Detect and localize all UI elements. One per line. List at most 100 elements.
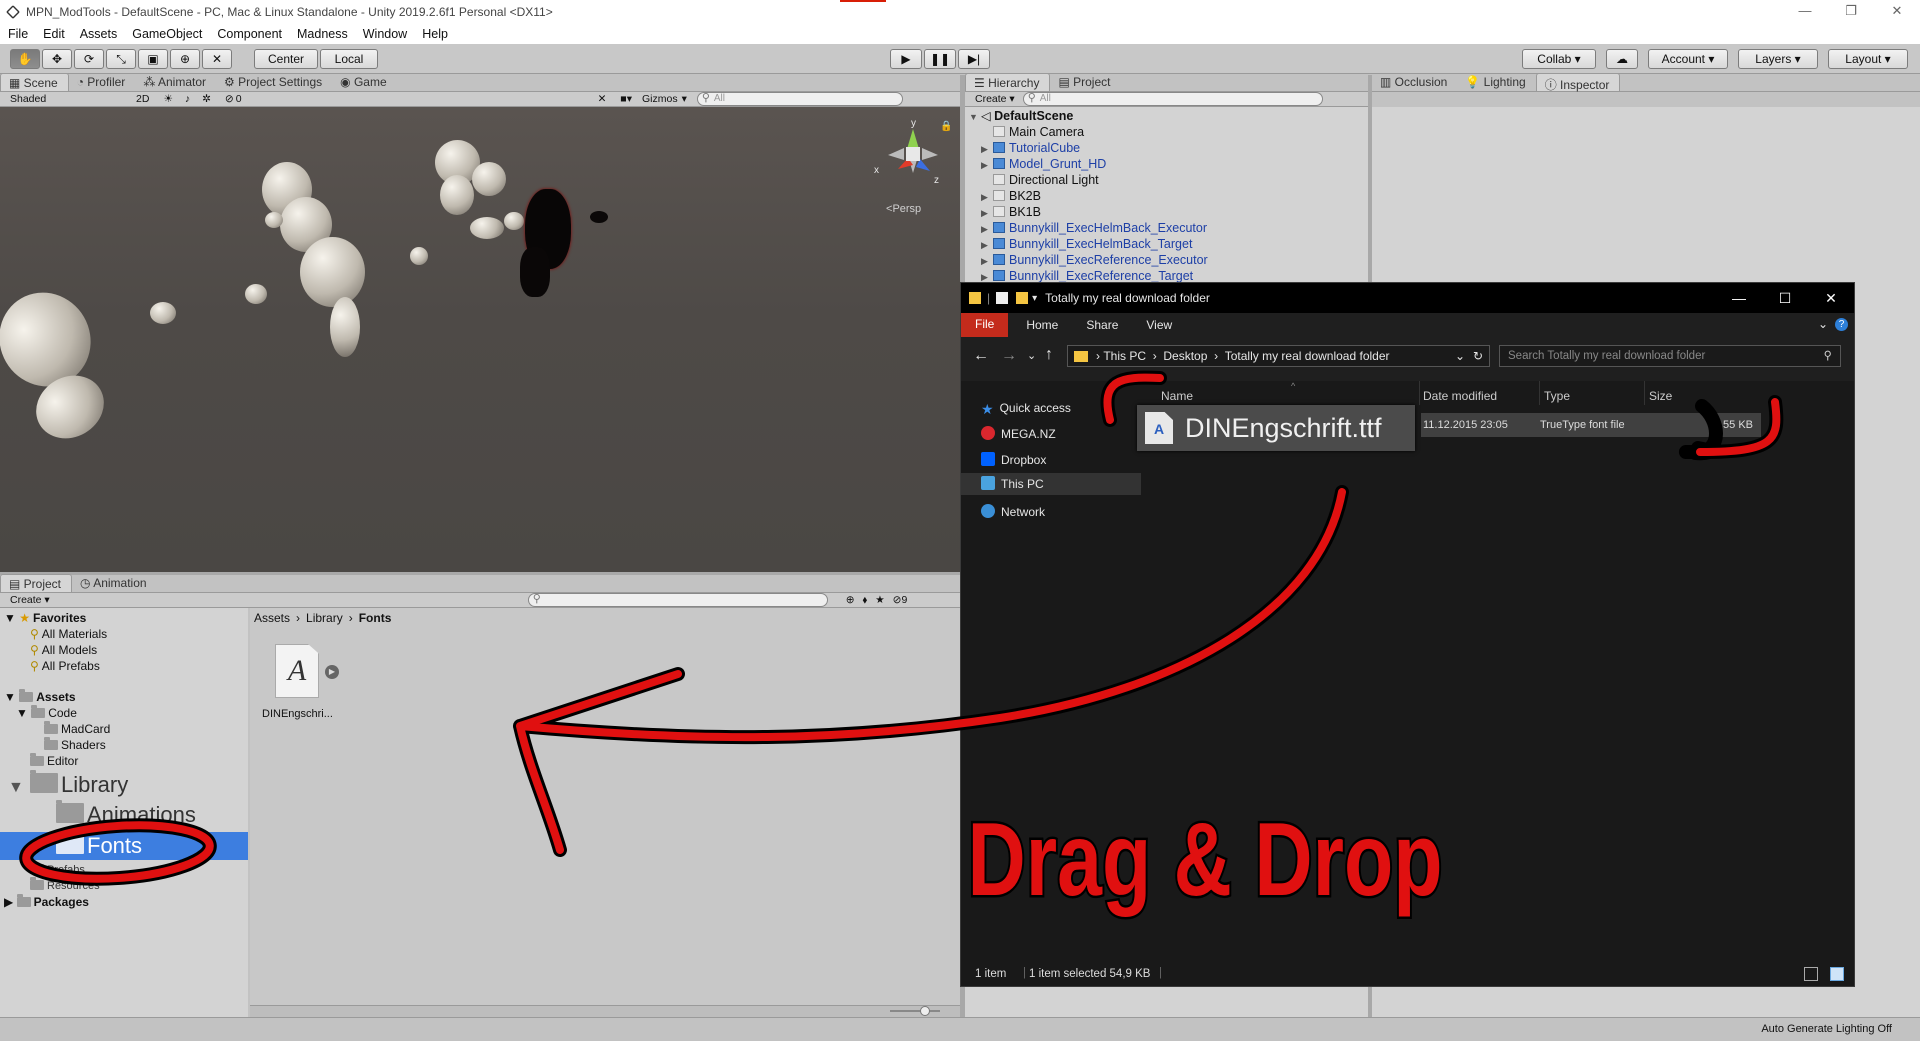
dark-object[interactable] xyxy=(590,211,608,223)
rect-tool-button[interactable]: ▣ xyxy=(138,49,168,69)
breadcrumb-fonts[interactable]: Fonts xyxy=(359,611,392,625)
scene-view[interactable]: y x z <Persp 🔒 xyxy=(0,107,960,572)
path-this-pc[interactable]: This PC xyxy=(1103,349,1146,363)
explorer-close-button[interactable]: ✕ xyxy=(1808,283,1854,313)
character-model[interactable] xyxy=(410,247,428,265)
ribbon-home-tab[interactable]: Home xyxy=(1026,318,1058,332)
hierarchy-search-input[interactable]: All xyxy=(1022,91,1323,106)
menu-file[interactable]: File xyxy=(0,27,35,41)
layers-dropdown[interactable]: Layers ▾ xyxy=(1738,49,1818,69)
character-model[interactable] xyxy=(504,212,524,230)
hierarchy-item[interactable]: ▶ BK1B xyxy=(981,204,1041,220)
custom-tool-button[interactable]: ✕ xyxy=(202,49,232,69)
mode-2d-toggle[interactable]: 2D xyxy=(136,93,149,105)
tree-resources[interactable]: Resources xyxy=(30,877,100,894)
address-bar[interactable]: › This PC › Desktop › Totally my real do… xyxy=(1067,345,1490,367)
nav-this-pc[interactable]: This PC xyxy=(961,473,1141,495)
breadcrumb-library[interactable]: Library xyxy=(306,611,343,625)
character-model[interactable] xyxy=(150,302,176,324)
expand-arrow-icon[interactable]: ▼ xyxy=(969,109,981,125)
character-model[interactable] xyxy=(440,175,474,215)
menu-edit[interactable]: Edit xyxy=(35,27,72,41)
lock-icon[interactable]: 🔒 xyxy=(940,121,952,132)
expand-arrow-icon[interactable]: ▶ xyxy=(981,221,993,237)
column-size[interactable]: Size xyxy=(1649,389,1672,403)
tab-animator[interactable]: ⁂ Animator xyxy=(135,73,216,91)
menu-component[interactable]: Component xyxy=(209,27,289,41)
character-model[interactable] xyxy=(470,217,504,239)
column-type[interactable]: Type xyxy=(1544,389,1570,403)
effects-icon[interactable]: ✲ xyxy=(202,93,211,105)
account-dropdown[interactable]: Account ▾ xyxy=(1648,49,1728,69)
tree-editor[interactable]: Editor xyxy=(30,753,78,769)
tree-fonts-selected[interactable]: Fonts xyxy=(0,831,248,860)
menu-assets[interactable]: Assets xyxy=(72,27,125,41)
tree-library[interactable]: ▼ Library xyxy=(8,770,128,799)
tree-packages[interactable]: ▶ Packages xyxy=(4,894,89,910)
tab-hierarchy[interactable]: ☰ Hierarchy xyxy=(965,73,1051,91)
column-name[interactable]: Name xyxy=(1161,389,1193,403)
file-row-selected[interactable]: 11.12.2015 23:05 TrueType font file 55 K… xyxy=(1421,413,1761,437)
expand-arrow-icon[interactable]: ▶ xyxy=(981,189,993,205)
scale-tool-button[interactable]: ⤡ xyxy=(106,49,136,69)
collab-button[interactable]: Collab ▾ xyxy=(1522,49,1596,69)
hidden-packages-icon[interactable]: ⊘ xyxy=(893,594,902,606)
ribbon-share-tab[interactable]: Share xyxy=(1086,318,1118,332)
pivot-local-button[interactable]: Local xyxy=(320,49,378,69)
hierarchy-item[interactable]: ▶ Bunnykill_ExecReference_Executor xyxy=(981,252,1208,268)
path-current-folder[interactable]: Totally my real download folder xyxy=(1225,349,1390,363)
expand-arrow-icon[interactable]: ▶ xyxy=(981,141,993,157)
character-model[interactable] xyxy=(265,212,283,228)
explorer-minimize-button[interactable]: — xyxy=(1716,283,1762,313)
tab-project-settings[interactable]: ⚙ Project Settings xyxy=(216,73,332,91)
play-button[interactable]: ▶ xyxy=(890,49,922,69)
tab-game[interactable]: ◉ Game xyxy=(332,73,397,91)
hierarchy-item[interactable]: ▶ BK2B xyxy=(981,188,1041,204)
hierarchy-item[interactable]: ▶ Bunnykill_ExecHelmBack_Target xyxy=(981,236,1192,252)
details-view-icon[interactable] xyxy=(1804,967,1818,981)
tree-all-materials[interactable]: ⚲ All Materials xyxy=(30,626,107,642)
rotate-tool-button[interactable]: ⟳ xyxy=(74,49,104,69)
new-folder-icon[interactable] xyxy=(1016,292,1029,304)
hierarchy-item[interactable]: ▶ TutorialCube xyxy=(981,140,1080,156)
shading-dropdown[interactable]: Shaded xyxy=(10,93,122,105)
tree-all-prefabs[interactable]: ⚲ All Prefabs xyxy=(30,658,100,674)
tree-prefabs[interactable]: Prefabs xyxy=(30,861,85,878)
menu-help[interactable]: Help xyxy=(414,27,455,41)
minimize-button[interactable]: — xyxy=(1782,0,1828,24)
recent-dropdown-icon[interactable]: ⌄ xyxy=(1027,349,1036,362)
hierarchy-create-button[interactable]: Create ▾ xyxy=(975,93,1015,105)
address-dropdown-icon[interactable]: ⌄ xyxy=(1455,349,1465,363)
expand-asset-icon[interactable]: ▶ xyxy=(325,665,339,679)
large-icons-view-icon[interactable] xyxy=(1830,967,1844,981)
step-button[interactable]: ▶| xyxy=(958,49,990,69)
tab-animation[interactable]: ◷ Animation xyxy=(72,574,157,592)
tab-profiler[interactable]: ◔ Profiler xyxy=(69,73,136,91)
filter-type-icon[interactable]: ⊕ xyxy=(846,594,855,606)
tab-occlusion[interactable]: ▥ Occlusion xyxy=(1372,73,1457,91)
tree-favorites[interactable]: ▼ ★ Favorites xyxy=(4,610,86,626)
project-content-area[interactable]: Assets › Library › Fonts A ▶ DINEngschri..… xyxy=(250,608,960,1017)
favorite-icon[interactable]: ★ xyxy=(875,594,884,606)
explorer-maximize-button[interactable]: ☐ xyxy=(1762,283,1808,313)
help-icon[interactable]: ? xyxy=(1835,318,1848,331)
camera-icon[interactable]: ■▾ xyxy=(620,93,632,105)
back-icon[interactable]: ← xyxy=(973,347,989,365)
close-button[interactable]: ✕ xyxy=(1874,0,1920,24)
nav-network[interactable]: Network xyxy=(981,501,1045,523)
hierarchy-item[interactable]: Directional Light xyxy=(981,172,1099,188)
tab-inspector[interactable]: ⓘ Inspector xyxy=(1535,73,1621,92)
explorer-search-input[interactable]: Search Totally my real download folder ⚲ xyxy=(1499,345,1841,367)
scene-search-input[interactable]: All xyxy=(696,91,903,106)
character-model[interactable] xyxy=(472,162,506,196)
menu-gameobject[interactable]: GameObject xyxy=(124,27,209,41)
pivot-center-button[interactable]: Center xyxy=(254,49,318,69)
quick-access-dropdown-icon[interactable]: ▾ xyxy=(1032,293,1037,304)
nav-dropbox[interactable]: Dropbox xyxy=(981,449,1046,471)
nav-quick-access[interactable]: ★ Quick access xyxy=(981,397,1071,419)
expand-arrow-icon[interactable]: ▶ xyxy=(981,253,993,269)
tree-all-models[interactable]: ⚲ All Models xyxy=(30,642,97,658)
maximize-button[interactable]: ❐ xyxy=(1828,0,1874,24)
ribbon-view-tab[interactable]: View xyxy=(1146,318,1172,332)
properties-icon[interactable] xyxy=(996,292,1009,304)
